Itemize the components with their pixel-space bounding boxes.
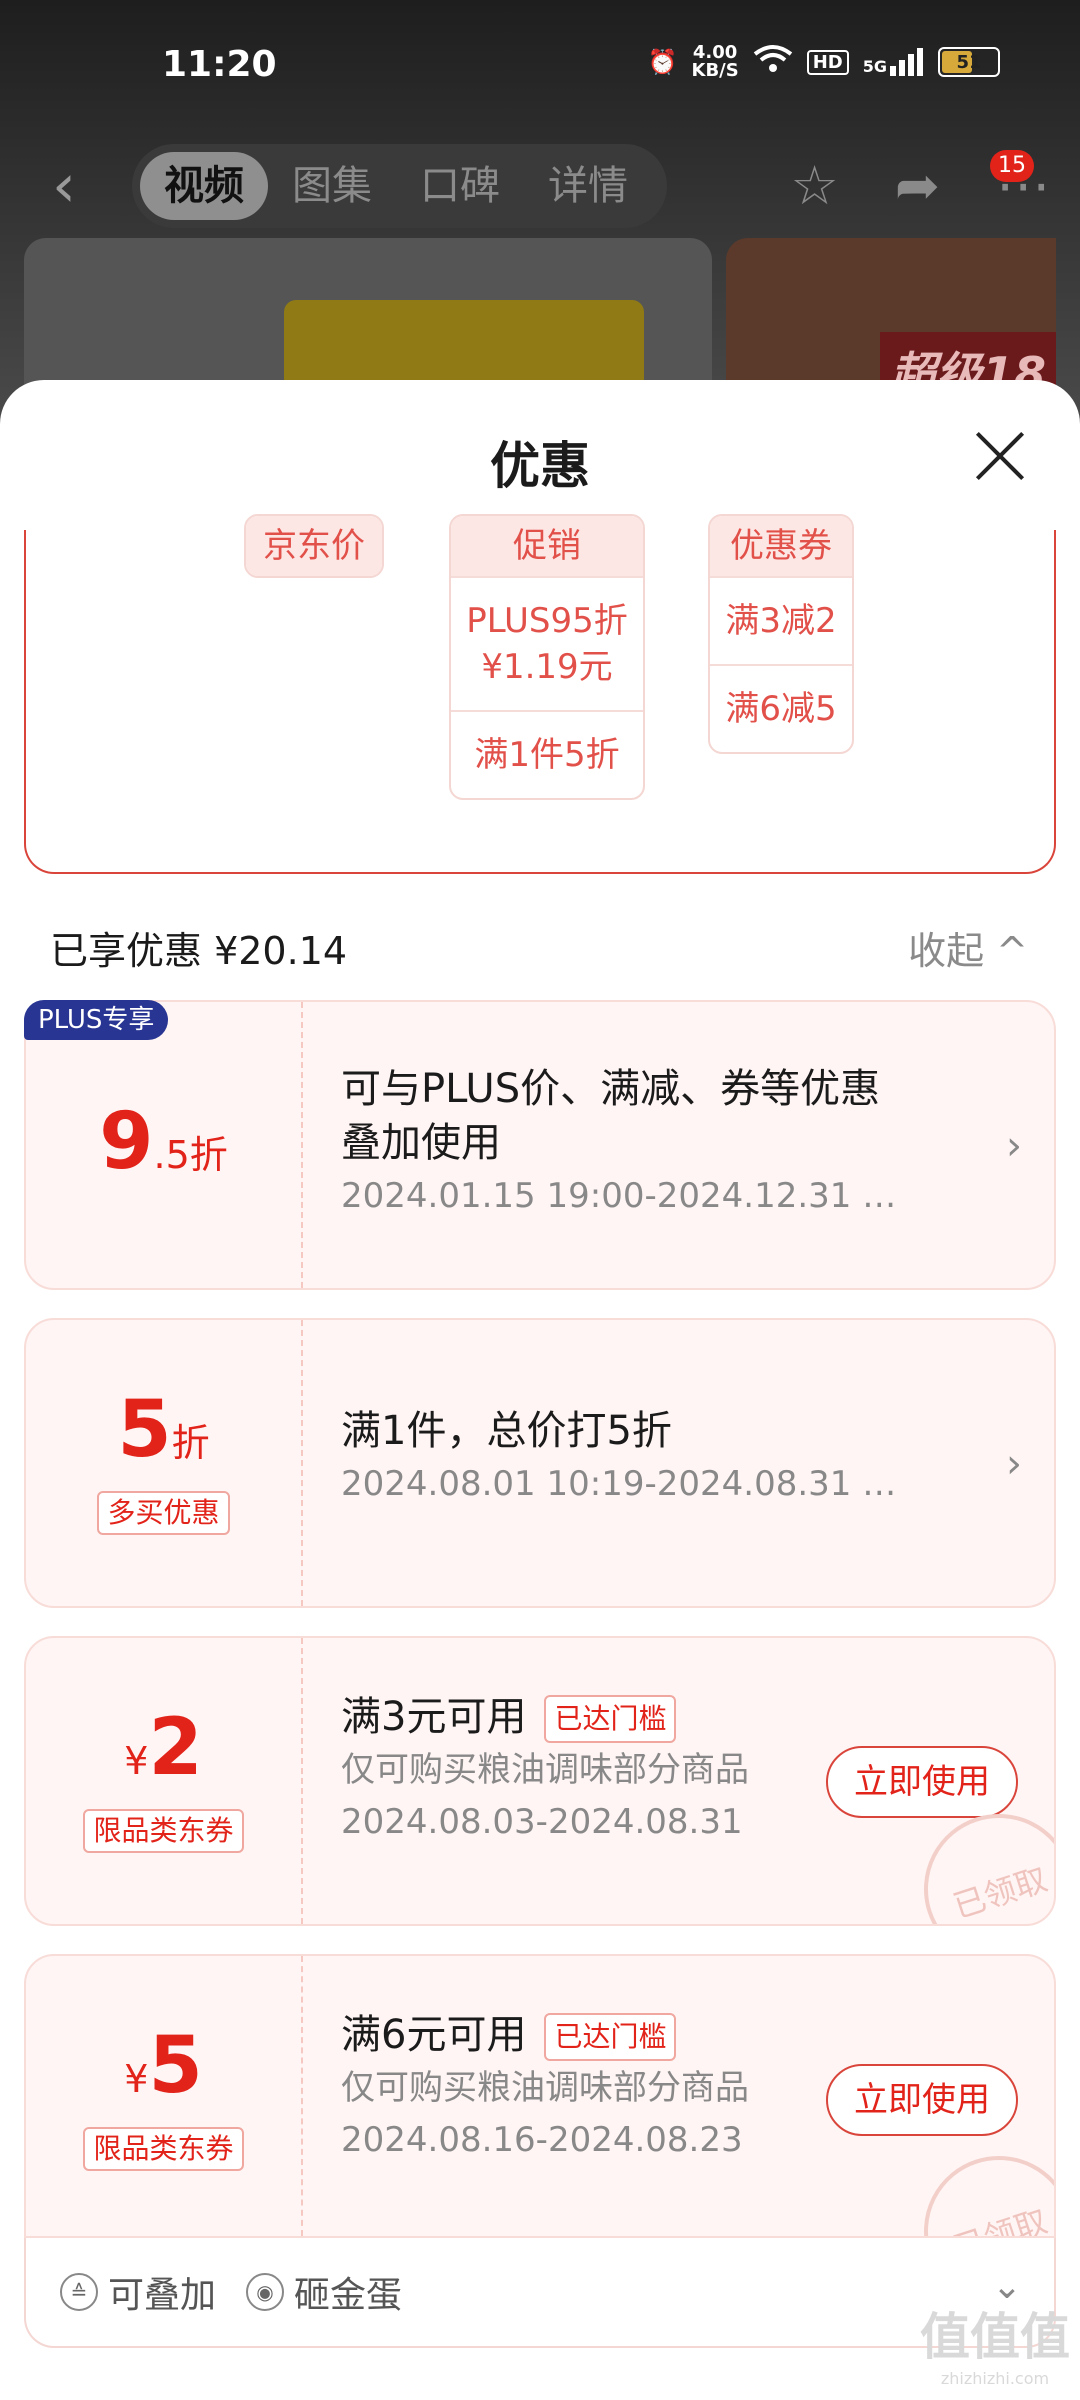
coupon-title: 满1件，总价打5折 xyxy=(341,1408,672,1454)
net-speed: 4.00 KB/S xyxy=(691,42,739,81)
stack-icon: ≙ xyxy=(60,2273,98,2311)
egg-icon: ◉ xyxy=(246,2273,284,2311)
hd-icon: HD xyxy=(806,49,849,75)
discount-sheet: 优惠 京东价 促销 PLUS95折 ¥1.19元 满1件5折 优惠券 满3减2 … xyxy=(0,380,1080,2400)
close-icon[interactable] xyxy=(964,420,1036,492)
more-icon[interactable]: ⋯ 15 xyxy=(990,150,1050,217)
alarm-icon: ⏰ xyxy=(647,48,678,76)
enjoyed-discount: 已享优惠 ¥20.14 xyxy=(50,929,348,973)
coupon-value: ¥2 xyxy=(124,1703,203,1793)
signal-icon: 5G xyxy=(863,48,924,76)
product-nav-bar: ‹ 视频 图集 口碑 详情 ☆ ➦ ⋯ 15 xyxy=(0,138,1080,234)
coupon-info: 满1件，总价打5折 2024.08.01 10:19-2024.08.31 2.… xyxy=(341,1320,1034,1606)
nav-actions: ☆ ➦ ⋯ 15 xyxy=(790,150,1050,217)
coupon-footer: ≙ 可叠加 ◉ 砸金蛋 ⌄ xyxy=(24,2238,1056,2348)
coupon-tag: 多买优惠 xyxy=(97,1491,230,1535)
share-icon[interactable]: ➦ xyxy=(895,154,940,217)
tab-video[interactable]: 视频 xyxy=(140,152,268,220)
battery-icon: 51 xyxy=(938,47,1000,77)
back-icon[interactable]: ‹ xyxy=(52,156,108,216)
coupon-value-area: 9.5折 xyxy=(26,1002,301,1288)
price-calculation-panel: 京东价 促销 PLUS95折 ¥1.19元 满1件5折 优惠券 满3减2 满6减… xyxy=(24,514,1056,874)
golden-egg-item: ◉ 砸金蛋 xyxy=(246,2266,402,2318)
product-tabs: 视频 图集 口碑 详情 xyxy=(132,144,667,228)
coupon-info: 可与PLUS价、满减、券等优惠叠加使用 2024.01.15 19:00-202… xyxy=(341,1002,1034,1288)
status-icons: ⏰ 4.00 KB/S HD 5G 51 xyxy=(648,44,1000,80)
threshold-reached-tag: 已达门槛 xyxy=(544,2013,677,2061)
coupon-value: ¥5 xyxy=(124,2021,203,2111)
coupon-value-area: 5折 多买优惠 xyxy=(26,1320,301,1606)
promo-item: PLUS95折 ¥1.19元 xyxy=(451,576,643,710)
coupon-label: 优惠券 xyxy=(710,516,852,576)
coupon-tag: 限品类东券 xyxy=(83,2127,244,2171)
coupon-title: 可与PLUS价、满减、券等优惠叠加使用 xyxy=(341,1066,881,1166)
favorite-star-icon[interactable]: ☆ xyxy=(790,154,838,217)
use-now-button[interactable]: 立即使用 xyxy=(826,2064,1018,2136)
coupon-date: 2024.01.15 19:00-2024.12.31 2... xyxy=(341,1176,901,1216)
coupon-column: 优惠券 满3减2 满6减5 xyxy=(708,514,854,754)
coupon-value-area: ¥5 限品类东券 xyxy=(26,1956,301,2236)
collapse-button[interactable]: 收起 ^ xyxy=(908,920,1028,975)
chevron-right-icon: › xyxy=(1006,1441,1022,1487)
promo-item: 满1件5折 xyxy=(451,710,643,798)
status-bar: 11:20 ⏰ 4.00 KB/S HD 5G 51 xyxy=(0,0,1080,130)
promo-label: 促销 xyxy=(451,516,643,576)
promo-column: 促销 PLUS95折 ¥1.19元 满1件5折 xyxy=(449,514,645,800)
threshold-reached-tag: 已达门槛 xyxy=(544,1695,677,1743)
multi-buy-discount-card[interactable]: 5折 多买优惠 满1件，总价打5折 2024.08.01 10:19-2024.… xyxy=(24,1318,1056,1608)
sheet-title: 优惠 xyxy=(490,437,590,495)
coupon-tag: 限品类东券 xyxy=(83,1809,244,1853)
message-badge: 15 xyxy=(990,150,1034,182)
coupon-value: 5折 xyxy=(117,1385,210,1475)
stackable-item: ≙ 可叠加 xyxy=(60,2266,216,2318)
jd-price-column: 京东价 xyxy=(244,514,384,578)
coupon-value-area: ¥2 限品类东券 xyxy=(26,1638,301,1924)
category-coupon-card: ¥5 限品类东券 满6元可用 已达门槛 仅可购买粮油调味部分商品 2024.08.… xyxy=(24,1954,1056,2238)
wifi-icon xyxy=(753,44,793,80)
coupon-value: 9.5折 xyxy=(99,1097,228,1187)
coupon-title: 满6元可用 已达门槛 xyxy=(341,2008,1034,2062)
jd-price-label: 京东价 xyxy=(246,516,382,576)
status-time: 11:20 xyxy=(162,44,277,85)
use-now-button[interactable]: 立即使用 xyxy=(826,1746,1018,1818)
category-coupon-card: ¥2 限品类东券 满3元可用 已达门槛 仅可购买粮油调味部分商品 2024.08.… xyxy=(24,1636,1056,1926)
coupon-title: 满3元可用 已达门槛 xyxy=(341,1690,1034,1744)
plus-discount-card[interactable]: PLUS专享 9.5折 可与PLUS价、满减、券等优惠叠加使用 2024.01.… xyxy=(24,1000,1056,1290)
tab-reviews[interactable]: 口碑 xyxy=(396,152,524,220)
chevron-right-icon: › xyxy=(1006,1123,1022,1169)
coupon-date: 2024.08.01 10:19-2024.08.31 2... xyxy=(341,1464,901,1504)
tab-details[interactable]: 详情 xyxy=(524,152,652,220)
coupon-item: 满3减2 xyxy=(710,576,852,664)
watermark: 值值值 zhizhizhi.com xyxy=(920,2308,1070,2388)
tab-gallery[interactable]: 图集 xyxy=(268,152,396,220)
coupon-item: 满6减5 xyxy=(710,664,852,752)
